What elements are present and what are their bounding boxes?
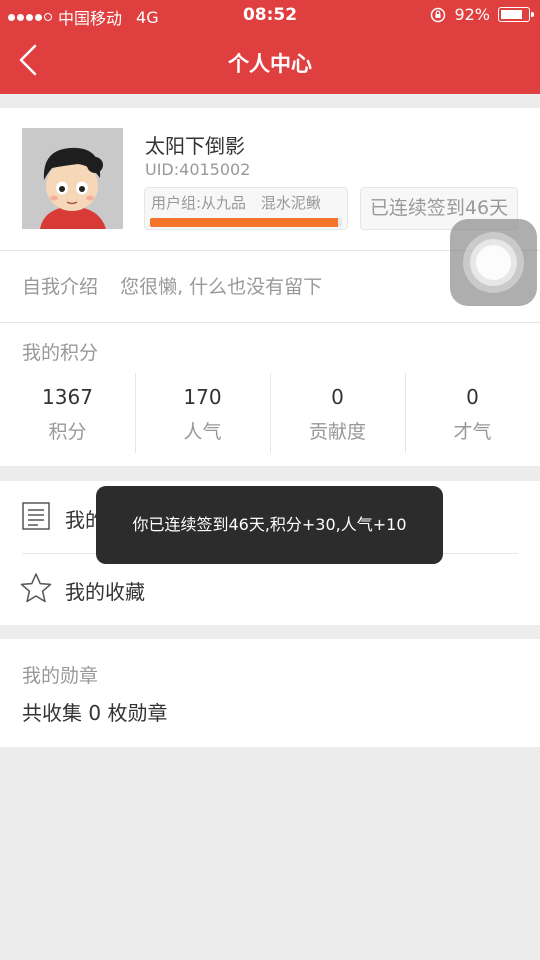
avatar[interactable] <box>22 128 123 229</box>
battery-icon <box>498 7 534 22</box>
stat-value: 1367 <box>42 385 93 409</box>
user-group-text: 用户组:从九品 混水泥鳅 <box>151 192 321 213</box>
self-intro-label: 自我介绍 <box>22 276 99 298</box>
group-progress-fill <box>150 218 339 227</box>
self-intro-text: 您很懒, 什么也没有留下 <box>120 276 323 298</box>
stat-value: 170 <box>183 385 222 409</box>
group-progress-bar <box>150 218 342 227</box>
checkin-toast: 你已连续签到46天,积分+30,人气+10 <box>96 486 443 564</box>
stat-value: 0 <box>331 385 344 409</box>
status-right: 92% <box>430 5 534 24</box>
stat-label: 积分 <box>48 421 87 443</box>
nav-bar: 个人中心 <box>0 30 540 94</box>
stat-label: 人气 <box>183 421 222 443</box>
user-id: UID:4015002 <box>145 160 251 179</box>
username: 太阳下倒影 <box>145 134 245 158</box>
menu-label-my-favorites: 我的收藏 <box>65 580 145 604</box>
battery-percent: 92% <box>454 5 490 24</box>
document-icon <box>22 502 50 530</box>
stat-label: 贡献度 <box>308 421 366 443</box>
star-icon <box>20 573 52 603</box>
points-stats: 1367 积分 170 人气 0 贡献度 0 才气 <box>0 373 540 453</box>
page-title: 个人中心 <box>228 52 312 76</box>
user-group-label: 用户组:从九品 <box>151 194 247 212</box>
rotation-lock-icon <box>431 7 446 22</box>
stat-label: 才气 <box>453 421 492 443</box>
medals-section-title: 我的勋章 <box>22 665 99 687</box>
stat-talent[interactable]: 0 才气 <box>405 373 540 453</box>
points-section-title: 我的积分 <box>22 342 99 364</box>
divider <box>0 322 540 323</box>
assistive-touch-icon[interactable] <box>450 219 537 306</box>
stat-value: 0 <box>466 385 479 409</box>
stat-points[interactable]: 1367 积分 <box>0 373 135 453</box>
medals-card: 我的勋章 共收集 0 枚勋章 <box>0 639 540 747</box>
self-intro-row[interactable]: 自我介绍 您很懒, 什么也没有留下 <box>22 272 322 299</box>
stat-contribution[interactable]: 0 贡献度 <box>270 373 405 453</box>
status-bar: 中国移动 4G 08:52 92% <box>0 0 540 30</box>
medals-count: 共收集 0 枚勋章 <box>22 701 168 725</box>
user-rank-label: 混水泥鳅 <box>260 194 321 212</box>
stat-popularity[interactable]: 170 人气 <box>135 373 270 453</box>
user-group-box: 用户组:从九品 混水泥鳅 <box>144 187 348 230</box>
